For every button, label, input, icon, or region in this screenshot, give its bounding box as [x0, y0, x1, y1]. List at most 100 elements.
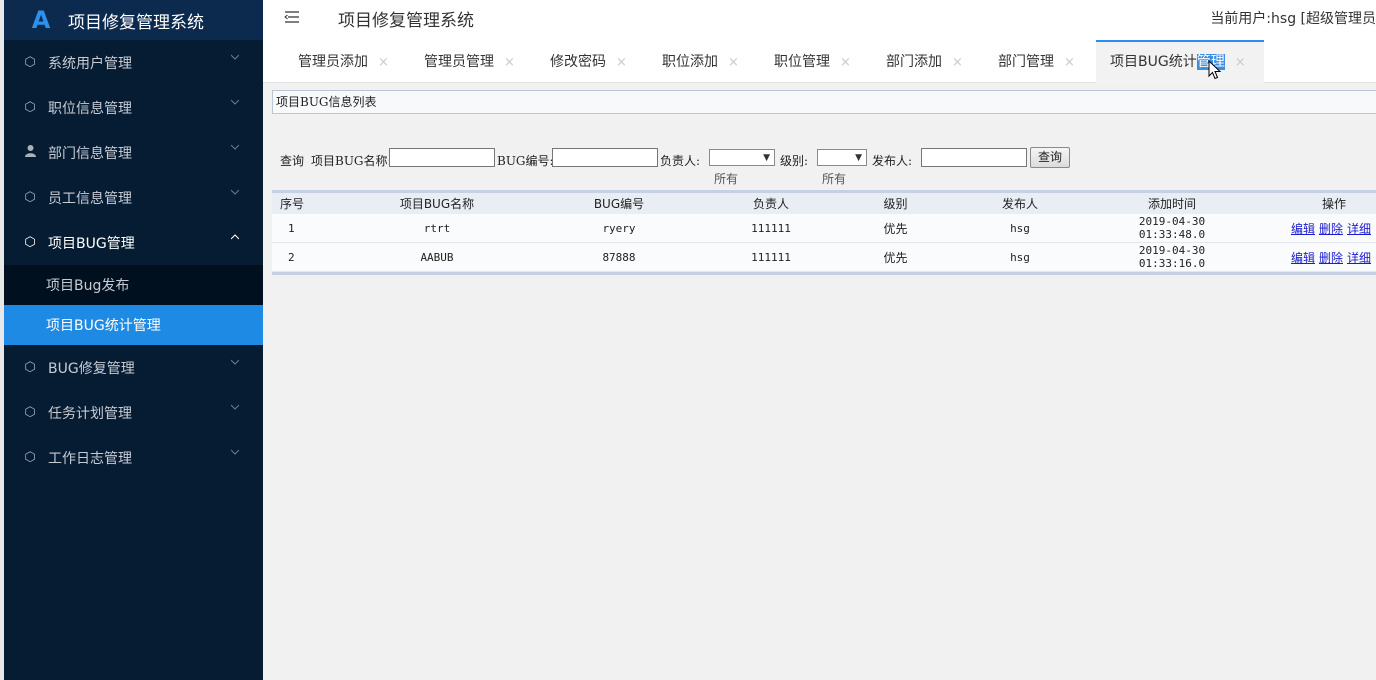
- tab-department-add[interactable]: 部门添加 ×: [886, 40, 963, 82]
- bug-name-input[interactable]: [389, 148, 495, 167]
- owner-label: 负责人:: [660, 154, 701, 168]
- sidebar-subitem-bug-statistics[interactable]: 项目BUG统计管理: [4, 305, 263, 345]
- search-form: 查询 项目BUG名称: BUG编号: 负责人: 所有 ▼ 级别: 所有 ▼ 发布人:…: [272, 114, 1376, 186]
- sidebar-item-work-log[interactable]: ⬡ 工作日志管理: [4, 435, 263, 480]
- tab-admin-manage[interactable]: 管理员管理 ×: [424, 40, 515, 82]
- col-header-owner: 负责人: [685, 193, 857, 214]
- cell-code: 87888: [553, 242, 685, 272]
- cell-owner: 111111: [685, 214, 857, 243]
- sidebar-item-system-users[interactable]: ⬡ 系统用户管理: [4, 40, 263, 85]
- cube-icon: ⬡: [24, 235, 36, 250]
- sidebar-item-positions[interactable]: ⬡ 职位信息管理: [4, 85, 263, 130]
- bug-code-input[interactable]: [552, 148, 658, 167]
- cell-actions: 编辑 删除 详细: [1238, 214, 1376, 243]
- cell-actions: 编辑 删除 详细: [1238, 242, 1376, 272]
- chevron-down-icon: [231, 189, 239, 195]
- close-icon[interactable]: ×: [840, 55, 851, 70]
- panel-title: 项目BUG信息列表: [272, 90, 1376, 114]
- sidebar-item-label: 职位信息管理: [48, 100, 132, 117]
- delete-link[interactable]: 删除: [1319, 251, 1343, 265]
- cell-no: 2: [272, 242, 321, 272]
- sidebar-item-label: 员工信息管理: [48, 190, 132, 207]
- cell-level: 优先: [857, 242, 934, 272]
- publisher-input[interactable]: [921, 148, 1027, 167]
- sidebar-item-label: 工作日志管理: [48, 450, 132, 467]
- current-user-info: 当前用户:hsg [超级管理员: [1210, 11, 1376, 27]
- sidebar-item-label: BUG修复管理: [48, 360, 135, 377]
- edit-link[interactable]: 编辑: [1291, 222, 1315, 236]
- cell-name: AABUB: [321, 242, 553, 272]
- tab-position-manage[interactable]: 职位管理 ×: [774, 40, 851, 82]
- top-bar: 项目修复管理系统 当前用户:hsg [超级管理员: [263, 0, 1376, 40]
- app-title: 项目修复管理系统: [68, 12, 204, 33]
- sidebar-item-label: 任务计划管理: [48, 405, 132, 422]
- level-selected-value: 所有: [822, 172, 847, 186]
- cell-code: ryery: [553, 214, 685, 243]
- submenu-project-bug: 项目Bug发布 项目BUG统计管理: [4, 265, 263, 345]
- delete-link[interactable]: 删除: [1319, 222, 1343, 236]
- bug-table: 序号 项目BUG名称 BUG编号 负责人 级别 发布人 添加时间 操作 1 rt…: [272, 190, 1376, 275]
- close-icon[interactable]: ×: [504, 55, 515, 70]
- chevron-down-icon: [231, 144, 239, 150]
- tab-label: 项目BUG统计: [1110, 54, 1197, 70]
- publisher-label: 发布人:: [872, 154, 913, 168]
- query-label: 查询: [280, 154, 305, 168]
- sidebar-item-departments[interactable]: 部门信息管理: [4, 130, 263, 175]
- tab-position-add[interactable]: 职位添加 ×: [662, 40, 739, 82]
- chevron-down-icon: [231, 99, 239, 105]
- level-label: 级别:: [780, 154, 809, 168]
- sidebar-item-label: 部门信息管理: [48, 145, 132, 162]
- dropdown-arrow-icon: ▼: [763, 153, 770, 163]
- main-content: 项目BUG信息列表 查询 项目BUG名称: BUG编号: 负责人: 所有 ▼ 级别…: [272, 90, 1376, 275]
- close-icon[interactable]: ×: [728, 55, 739, 70]
- dropdown-arrow-icon: ▼: [855, 153, 862, 163]
- table-row: 2 AABUB 87888 111111 优先 hsg 2019-04-30 0…: [272, 242, 1376, 272]
- search-button[interactable]: 查询: [1030, 147, 1070, 168]
- sidebar-subitem-bug-publish[interactable]: 项目Bug发布: [4, 265, 263, 305]
- col-header-actions: 操作: [1238, 193, 1376, 214]
- cube-icon: ⬡: [24, 190, 36, 205]
- tab-department-manage[interactable]: 部门管理 ×: [998, 40, 1075, 82]
- sidebar-item-label: 项目BUG管理: [48, 235, 135, 252]
- sidebar-item-bug-repair[interactable]: ⬡ BUG修复管理: [4, 345, 263, 390]
- logo-bar: A 项目修复管理系统: [4, 0, 263, 40]
- owner-selected-value: 所有: [714, 172, 739, 186]
- menu-toggle-icon[interactable]: [284, 10, 300, 24]
- cell-publisher: hsg: [934, 214, 1106, 243]
- user-icon: [22, 144, 38, 161]
- sidebar-item-employees[interactable]: ⬡ 员工信息管理: [4, 175, 263, 220]
- logo-icon: A: [31, 6, 51, 34]
- page-title: 项目修复管理系统: [338, 11, 474, 31]
- tab-admin-add[interactable]: 管理员添加 ×: [298, 40, 389, 82]
- col-header-time: 添加时间: [1106, 193, 1238, 214]
- col-header-code: BUG编号: [553, 193, 685, 214]
- tab-change-password[interactable]: 修改密码 ×: [550, 40, 627, 82]
- close-icon[interactable]: ×: [378, 55, 389, 70]
- detail-link[interactable]: 详细: [1347, 251, 1371, 265]
- tab-bug-statistics[interactable]: 项目BUG统计管理×: [1096, 40, 1264, 84]
- owner-select[interactable]: 所有 ▼: [709, 149, 775, 186]
- tab-label: 管理员管理: [424, 54, 494, 70]
- close-icon[interactable]: ×: [952, 55, 963, 70]
- col-header-level: 级别: [857, 193, 934, 214]
- tab-label: 修改密码: [550, 54, 606, 70]
- sidebar-item-task-plan[interactable]: ⬡ 任务计划管理: [4, 390, 263, 435]
- chevron-up-icon: [231, 234, 239, 240]
- close-icon[interactable]: ×: [616, 55, 627, 70]
- tab-label: 部门管理: [998, 54, 1054, 70]
- chevron-down-icon: [231, 54, 239, 60]
- sidebar-item-project-bug[interactable]: ⬡ 项目BUG管理: [4, 220, 263, 265]
- level-select[interactable]: 所有 ▼: [817, 149, 867, 186]
- cell-time: 2019-04-30 01:33:16.0: [1106, 242, 1238, 272]
- close-icon[interactable]: ×: [1235, 55, 1246, 70]
- detail-link[interactable]: 详细: [1347, 222, 1371, 236]
- cube-icon: ⬡: [24, 405, 36, 420]
- cell-owner: 111111: [685, 242, 857, 272]
- cube-icon: ⬡: [24, 55, 36, 70]
- bug-name-label: 项目BUG名称:: [311, 154, 392, 168]
- sidebar-item-label: 系统用户管理: [48, 55, 132, 72]
- cell-no: 1: [272, 214, 321, 243]
- col-header-name: 项目BUG名称: [321, 193, 553, 214]
- close-icon[interactable]: ×: [1064, 55, 1075, 70]
- edit-link[interactable]: 编辑: [1291, 251, 1315, 265]
